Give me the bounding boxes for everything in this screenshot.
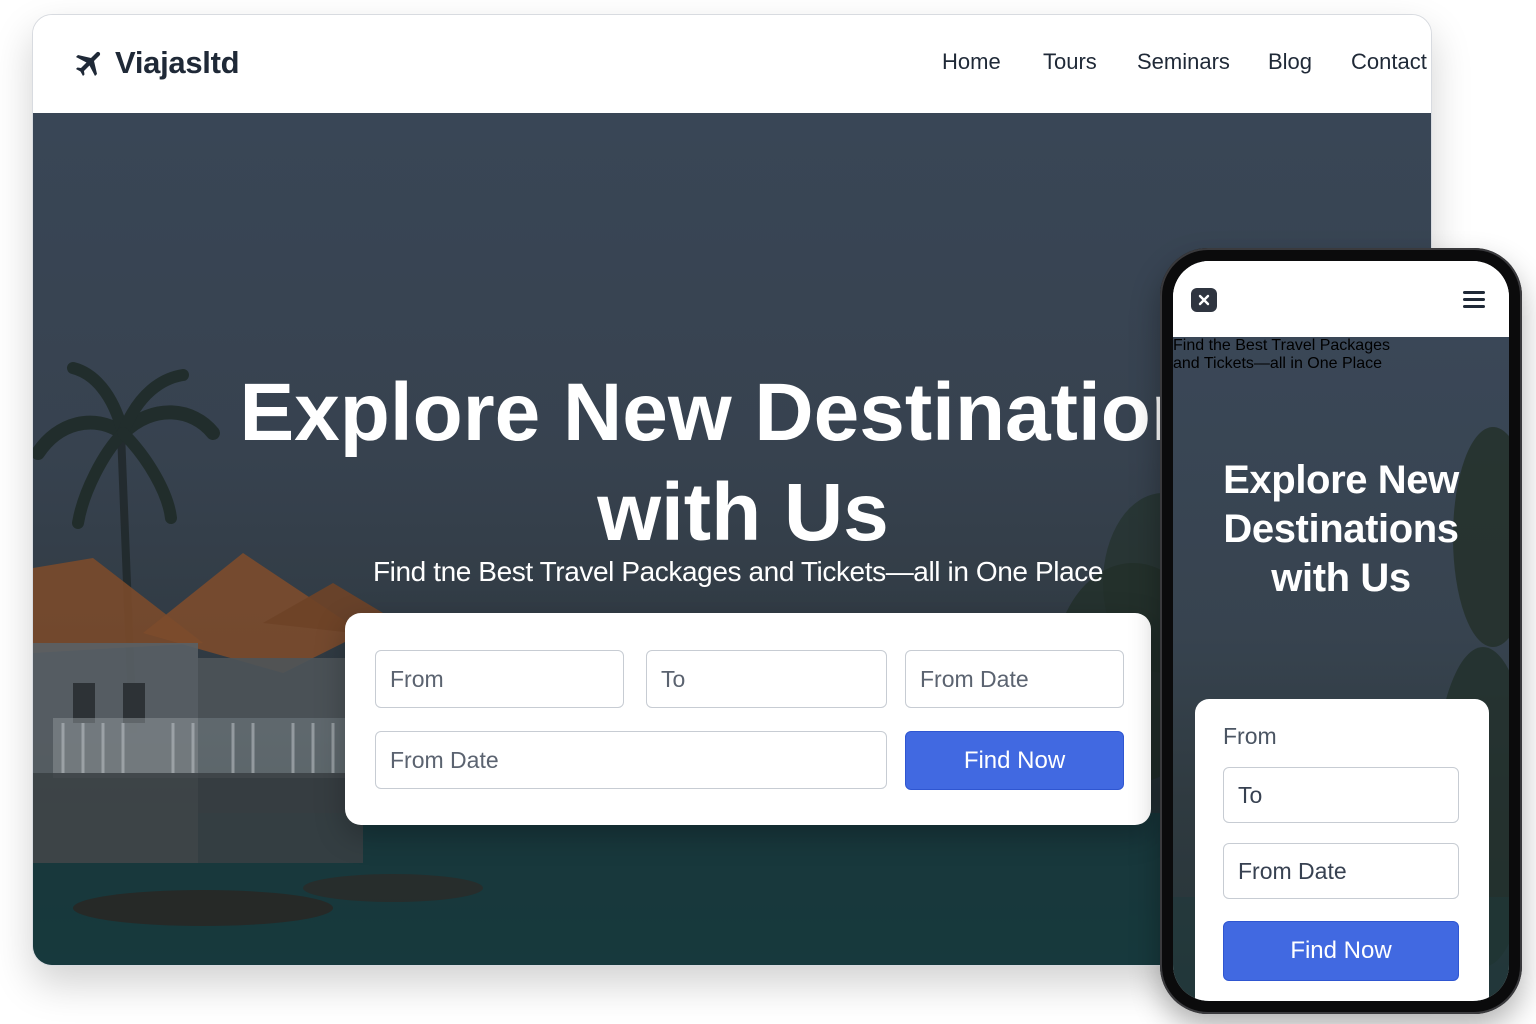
close-button[interactable] bbox=[1191, 288, 1217, 312]
to-input[interactable] bbox=[646, 650, 887, 708]
mobile-to-input[interactable] bbox=[1223, 767, 1459, 823]
from-date-input[interactable] bbox=[905, 650, 1124, 708]
nav-seminars[interactable]: Seminars bbox=[1137, 49, 1230, 75]
mobile-title-line-3: with Us bbox=[1271, 555, 1411, 600]
from-date-input-2[interactable] bbox=[375, 731, 887, 789]
mobile-header bbox=[1173, 261, 1509, 337]
from-input[interactable] bbox=[375, 650, 624, 708]
mobile-screen: Explore New Destinations with Us Find th… bbox=[1173, 261, 1509, 1001]
nav-tours[interactable]: Tours bbox=[1043, 49, 1097, 75]
navbar: Viajasltd Home Tours Seminars Blog Conta… bbox=[33, 15, 1431, 114]
nav-blog[interactable]: Blog bbox=[1268, 49, 1312, 75]
mobile-from-date-input[interactable] bbox=[1223, 843, 1459, 899]
search-form: Find Now bbox=[345, 613, 1151, 825]
mobile-from-label: From bbox=[1223, 723, 1277, 749]
close-icon bbox=[1198, 294, 1210, 306]
nav-home[interactable]: Home bbox=[942, 49, 1001, 75]
mobile-find-now-button[interactable]: Find Now bbox=[1223, 921, 1459, 981]
mobile-phone-frame: Explore New Destinations with Us Find th… bbox=[1160, 248, 1522, 1014]
find-now-button[interactable]: Find Now bbox=[905, 731, 1124, 790]
hamburger-menu-icon[interactable] bbox=[1463, 289, 1485, 309]
main-nav: Home Tours Seminars Blog Contact bbox=[33, 49, 1431, 79]
mobile-search-form: From Find Now bbox=[1195, 699, 1489, 1001]
mobile-hero: Explore New Destinations with Us Find th… bbox=[1173, 337, 1509, 1001]
mobile-title-line-1: Explore New bbox=[1223, 457, 1459, 502]
mobile-title-line-2: Destinations bbox=[1223, 506, 1459, 551]
mobile-hero-title: Explore New Destinations with Us bbox=[1173, 456, 1509, 603]
nav-contact[interactable]: Contact bbox=[1351, 49, 1427, 75]
